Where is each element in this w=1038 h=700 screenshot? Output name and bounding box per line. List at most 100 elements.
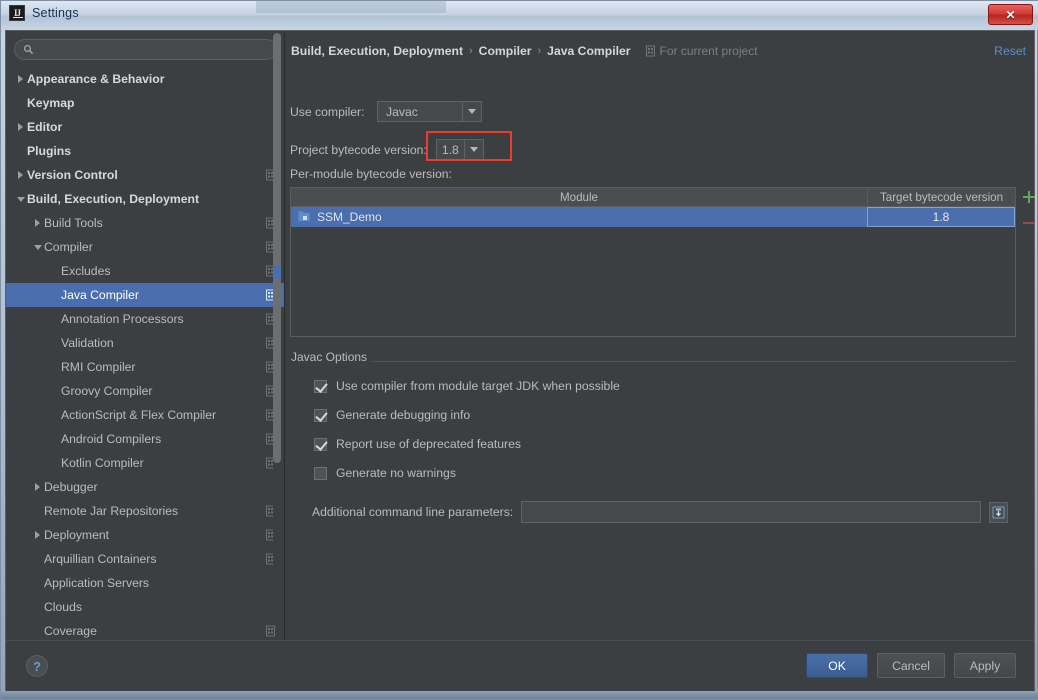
sidebar-item-kotlin-compiler[interactable]: Kotlin Compiler [6,451,284,475]
sidebar-item-editor[interactable]: Editor [6,115,284,139]
sidebar-item-android-compilers[interactable]: Android Compilers [6,427,284,451]
help-button[interactable]: ? [26,655,48,677]
chevron-down-icon[interactable] [14,187,27,211]
sidebar-item-appearance-behavior[interactable]: Appearance & Behavior [6,67,284,91]
sidebar-item-annotation-processors[interactable]: Annotation Processors [6,307,284,331]
settings-main-panel: Build, Execution, Deployment › Compiler … [285,31,1036,640]
sidebar-item-label: Editor [27,120,63,134]
javac-option-label: Generate no warnings [336,466,456,480]
sidebar-item-java-compiler[interactable]: Java Compiler [6,283,284,307]
chevron-down-icon[interactable] [462,102,481,121]
chevron-right-icon[interactable] [14,67,27,91]
sidebar-item-excludes[interactable]: Excludes [6,259,284,283]
project-bytecode-label: Project bytecode version: [290,142,427,157]
dialog-footer: ? OK Cancel Apply [6,640,1034,692]
sidebar-scrollbar-thumb[interactable] [273,33,281,463]
sidebar-item-label: Clouds [44,600,82,614]
settings-sidebar: Appearance & Behavior Keymap Editor Plugins… [6,31,285,640]
sidebar-item-label: RMI Compiler [61,360,136,374]
per-module-label: Per-module bytecode version: [290,167,452,181]
column-header-target-bytecode[interactable]: Target bytecode version [867,188,1015,206]
chevron-down-icon[interactable] [31,235,44,259]
sidebar-item-plugins[interactable]: Plugins [6,139,284,163]
sidebar-item-build-tools[interactable]: Build Tools [6,211,284,235]
titlebar-left: IJ Settings [9,5,79,21]
checkbox-unchecked-icon[interactable] [314,466,327,480]
sidebar-item-application-servers[interactable]: Application Servers [6,571,284,595]
table-rows: SSM_Demo 1.8 [291,207,1015,227]
sidebar-item-label: Arquillian Containers [44,552,157,566]
apply-button[interactable]: Apply [954,653,1016,678]
window-titlebar: IJ Settings ✕ [1,1,1038,30]
use-compiler-dropdown[interactable]: Javac [377,101,482,122]
project-bytecode-dropdown[interactable]: 1.8 [435,139,484,160]
desktop-edge [1,691,1038,699]
search-wrapper [6,31,284,66]
chevron-right-icon[interactable] [31,475,44,499]
sidebar-item-coverage[interactable]: Coverage [6,619,284,640]
use-compiler-value: Javac [386,104,418,119]
sidebar-item-groovy-compiler[interactable]: Groovy Compiler [6,379,284,403]
search-box[interactable] [14,39,277,60]
ok-button[interactable]: OK [806,653,869,678]
javac-options-title: Javac Options [287,350,372,364]
sidebar-item-compiler[interactable]: Compiler [6,235,284,259]
breadcrumb-part-0[interactable]: Build, Execution, Deployment [291,44,463,58]
search-icon [23,44,34,55]
javac-option-row[interactable]: Report use of deprecated features [314,437,521,451]
additional-params-row: Additional command line parameters: [312,501,1009,523]
settings-dialog: Appearance & Behavior Keymap Editor Plugins… [5,30,1035,693]
scope-indicator: For current project [645,44,758,58]
sidebar-item-deployment[interactable]: Deployment [6,523,284,547]
search-input[interactable] [39,43,268,56]
close-button[interactable]: ✕ [988,4,1033,25]
reset-link[interactable]: Reset [994,44,1026,58]
chevron-right-icon[interactable] [14,115,27,139]
column-header-module[interactable]: Module [291,188,867,206]
chevron-down-icon[interactable] [463,140,483,159]
table-row[interactable]: SSM_Demo 1.8 [291,207,1015,227]
checkbox-checked-icon[interactable] [314,408,327,422]
module-icon [298,211,310,221]
breadcrumb-separator: › [537,45,542,57]
sidebar-item-debugger[interactable]: Debugger [6,475,284,499]
add-module-button[interactable] [1022,190,1036,204]
additional-params-input[interactable] [521,501,982,523]
sidebar-item-arquillian-containers[interactable]: Arquillian Containers [6,547,284,571]
sidebar-item-label: Build, Execution, Deployment [27,192,199,206]
cancel-button[interactable]: Cancel [877,653,945,678]
sidebar-item-label: Plugins [27,144,72,158]
javac-option-row[interactable]: Generate debugging info [314,408,470,422]
sidebar-item-keymap[interactable]: Keymap [6,91,284,115]
sidebar-item-remote-jar-repositories[interactable]: Remote Jar Repositories [6,499,284,523]
additional-params-label: Additional command line parameters: [312,505,514,519]
sidebar-item-label: Annotation Processors [61,312,184,326]
chevron-right-icon[interactable] [31,523,44,547]
sidebar-item-actionscript-flex-compiler[interactable]: ActionScript & Flex Compiler [6,403,284,427]
sidebar-scrollbar[interactable] [273,33,281,593]
sidebar-item-label: Coverage [44,624,97,638]
chevron-right-icon[interactable] [31,211,44,235]
breadcrumb-part-2[interactable]: Java Compiler [547,44,630,58]
sidebar-item-clouds[interactable]: Clouds [6,595,284,619]
sidebar-item-rmi-compiler[interactable]: RMI Compiler [6,355,284,379]
sidebar-item-build-execution-deployment[interactable]: Build, Execution, Deployment [6,187,284,211]
javac-option-row[interactable]: Generate no warnings [314,466,456,480]
breadcrumb-part-1[interactable]: Compiler [479,44,532,58]
expand-field-icon[interactable] [989,501,1009,523]
scope-label: For current project [659,44,758,58]
sidebar-item-version-control[interactable]: Version Control [6,163,284,187]
checkbox-checked-icon[interactable] [314,437,327,451]
checkbox-checked-icon[interactable] [314,379,327,393]
table-cell-target-bytecode[interactable]: 1.8 [867,207,1015,227]
project-bytecode-value: 1.8 [441,142,459,157]
remove-module-button[interactable] [1022,216,1036,230]
chevron-right-icon[interactable] [14,163,27,187]
sidebar-item-validation[interactable]: Validation [6,331,284,355]
javac-option-row[interactable]: Use compiler from module target JDK when… [314,379,620,393]
project-bytecode-row: Project bytecode version: 1.8 [290,139,484,160]
